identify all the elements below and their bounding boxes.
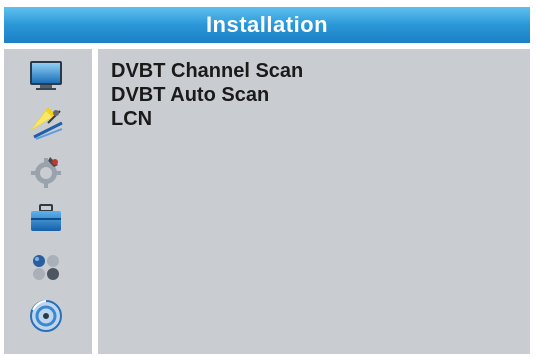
installation-satellite-icon <box>26 101 66 146</box>
installation-menu: DVBT Channel Scan DVBT Auto Scan LCN <box>98 49 530 354</box>
settings-gear-icon <box>28 153 64 194</box>
media-disc-icon <box>27 296 65 339</box>
menu-item-dvbt-auto-scan[interactable]: DVBT Auto Scan <box>111 84 269 106</box>
osd-screen: Installation DVBT Channel Scan DVBT Auto… <box>4 7 530 354</box>
sidebar-item-tools[interactable] <box>26 201 66 241</box>
toolbox-icon <box>28 203 64 240</box>
sidebar-item-installation[interactable] <box>26 103 66 143</box>
sidebar-item-settings[interactable] <box>26 153 66 193</box>
menu-item-dvbt-channel-scan[interactable]: DVBT Channel Scan <box>111 60 303 82</box>
sidebar <box>4 49 92 354</box>
game-balls-icon <box>28 251 64 288</box>
sidebar-item-media[interactable] <box>26 297 66 337</box>
tv-monitor-icon <box>28 59 64 96</box>
menu-item-lcn[interactable]: LCN <box>111 108 152 130</box>
page-title: Installation <box>4 7 530 43</box>
sidebar-item-games[interactable] <box>26 249 66 289</box>
sidebar-item-tv[interactable] <box>26 57 66 97</box>
